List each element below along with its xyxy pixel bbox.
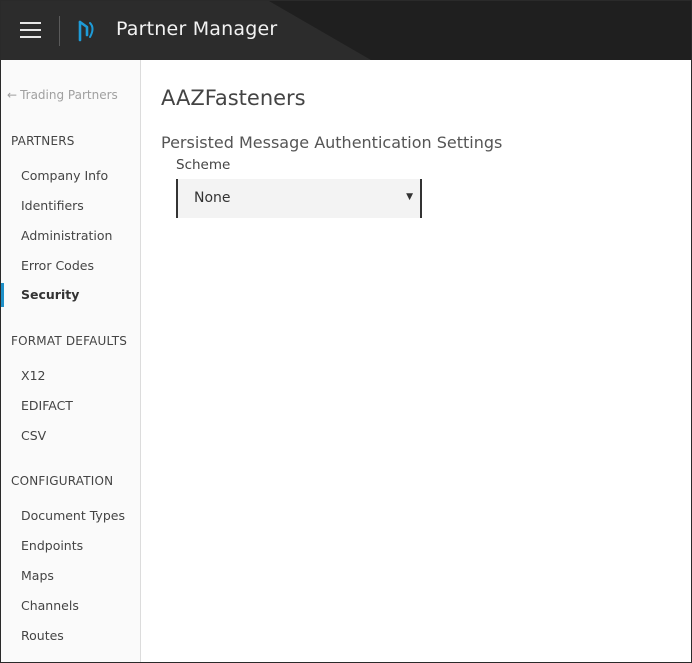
app-window: Partner Manager ← Trading Partners PARTNE… xyxy=(0,0,692,663)
main-content: AAZFasteners Persisted Message Authentic… xyxy=(141,60,691,662)
scheme-selected-value: None xyxy=(194,190,231,206)
sidebar-item-routes[interactable]: Routes xyxy=(1,624,140,648)
sidebar-item-channels[interactable]: Channels xyxy=(1,594,140,618)
app-title: Partner Manager xyxy=(116,18,278,40)
header-divider xyxy=(59,16,60,46)
sidebar-item-administration[interactable]: Administration xyxy=(1,224,140,248)
back-link-label: Trading Partners xyxy=(20,88,118,102)
sidebar-item-x12[interactable]: X12 xyxy=(1,364,140,388)
sidebar-item-document-types[interactable]: Document Types xyxy=(1,504,140,528)
arrow-left-icon: ← xyxy=(7,88,18,102)
sidebar-item-endpoints[interactable]: Endpoints xyxy=(1,534,140,558)
sidebar-item-csv[interactable]: CSV xyxy=(1,424,140,448)
sidebar-item-error-codes[interactable]: Error Codes xyxy=(1,254,140,278)
page-title: AAZFasteners xyxy=(161,86,306,110)
top-header-bar: Partner Manager xyxy=(1,1,691,60)
section-title-partners: PARTNERS xyxy=(11,134,75,148)
dropdown-caret-icon: ▼ xyxy=(406,192,413,202)
sidebar-item-identifiers[interactable]: Identifiers xyxy=(1,194,140,218)
sidebar-item-maps[interactable]: Maps xyxy=(1,564,140,588)
section-title-configuration: CONFIGURATION xyxy=(11,474,114,488)
back-to-trading-partners-link[interactable]: ← Trading Partners xyxy=(7,88,118,102)
hamburger-menu-icon[interactable] xyxy=(20,22,41,39)
scheme-label: Scheme xyxy=(176,157,231,173)
sidebar-item-security[interactable]: Security xyxy=(1,283,140,307)
sidebar-item-company-info[interactable]: Company Info xyxy=(1,164,140,188)
sidebar-item-edifact[interactable]: EDIFACT xyxy=(1,394,140,418)
section-heading: Persisted Message Authentication Setting… xyxy=(161,133,503,152)
partner-manager-logo-icon xyxy=(78,20,94,42)
section-title-format-defaults: FORMAT DEFAULTS xyxy=(11,334,128,348)
sidebar: ← Trading Partners PARTNERS Company Info … xyxy=(1,60,141,662)
scheme-select[interactable]: None ▼ xyxy=(176,179,422,218)
